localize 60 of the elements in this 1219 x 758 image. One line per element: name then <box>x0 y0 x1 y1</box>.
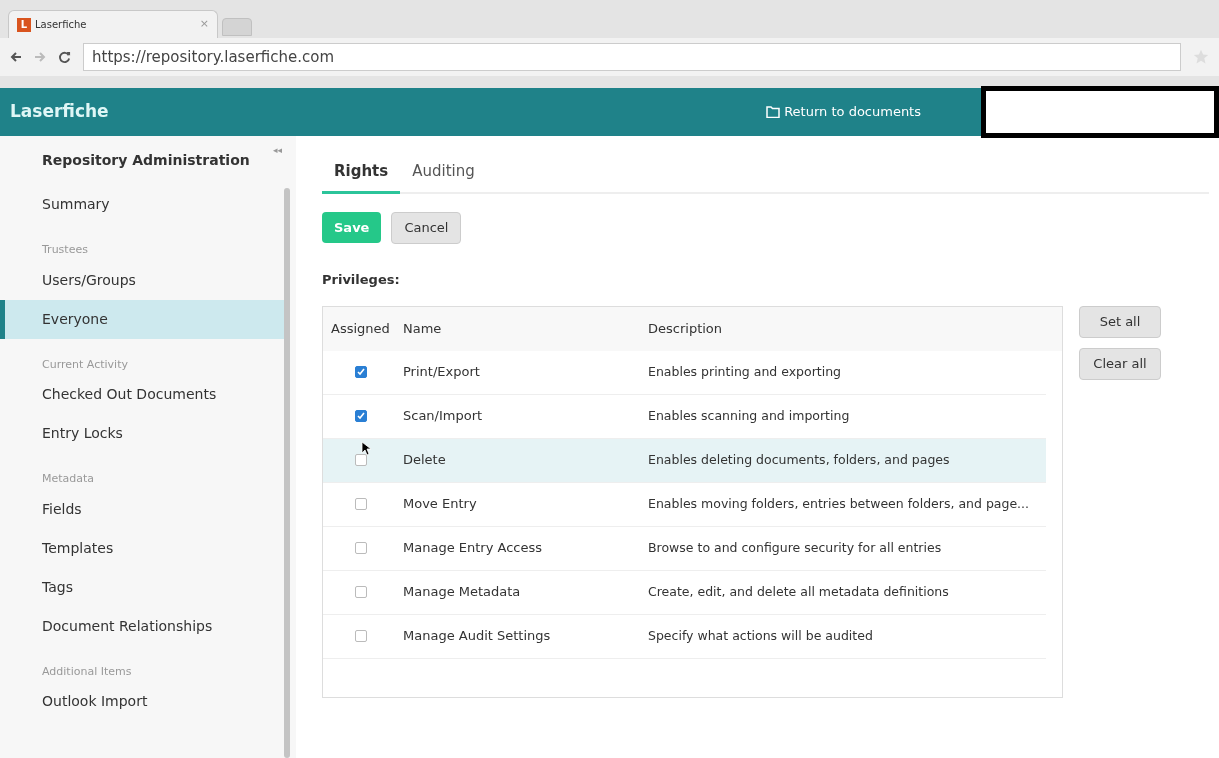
table-cell-text: Delete <box>402 451 447 470</box>
checkbox[interactable] <box>355 454 367 466</box>
sidebar-item[interactable]: Fields <box>0 489 284 529</box>
sidebar-item[interactable]: Entry Locks <box>0 414 284 453</box>
table-cell-text: Move Entry <box>402 495 478 514</box>
table-cell-text: Specify what actions will be audited <box>648 626 874 645</box>
checkbox[interactable] <box>355 586 367 598</box>
table-cell-text: Browse to and configure security for all entries <box>648 538 943 557</box>
column-header: Description <box>648 319 724 338</box>
sidebar-item[interactable]: Outlook Import <box>0 682 284 721</box>
section-heading: Current Activity <box>41 356 129 373</box>
privileges-label: Privileges: <box>322 271 401 289</box>
checkbox[interactable] <box>355 366 367 378</box>
table-cell-text: Enables deleting documents, folders, and pages <box>648 450 951 469</box>
set-all-button[interactable]: Set all <box>1079 305 1161 338</box>
folder-icon <box>766 106 781 118</box>
sidebar-item[interactable]: Checked Out Documents <box>0 375 284 414</box>
back-icon[interactable] <box>10 51 22 63</box>
table-cell-text: Manage Audit Settings <box>402 627 552 646</box>
checkbox[interactable] <box>355 498 367 510</box>
reload-icon[interactable] <box>58 50 71 64</box>
new-tab-button[interactable] <box>222 18 252 36</box>
return-link[interactable]: Return to documents <box>766 102 921 122</box>
sidebar-item[interactable]: Tags <box>0 567 284 607</box>
cancel-button[interactable]: Cancel <box>391 212 462 244</box>
section-heading: Additional Items <box>41 663 133 680</box>
table-cell-text: Enables moving folders, entries between folders, and page... <box>648 494 1031 513</box>
sidebar-item[interactable]: Templates <box>0 528 284 568</box>
sidebar-title: Repository Administration <box>42 151 250 170</box>
column-header: Name <box>402 319 443 338</box>
tab[interactable]: Auditing <box>400 156 487 194</box>
table-cell-text: Enables scanning and importing <box>648 406 851 425</box>
table-cell-text: Enables printing and exporting <box>648 362 843 381</box>
checkbox[interactable] <box>355 410 367 422</box>
cursor-icon <box>361 440 371 456</box>
table-cell-text: Manage Metadata <box>402 583 522 602</box>
checkbox[interactable] <box>355 630 367 642</box>
column-header: Assigned <box>330 319 391 338</box>
check-icon <box>357 412 365 420</box>
table-cell-text: Scan/Import <box>402 407 484 426</box>
logo-icon: L <box>17 17 31 32</box>
sidebar-item[interactable]: Everyone <box>0 299 284 339</box>
section-heading: Metadata <box>41 471 96 487</box>
sidebar-item[interactable]: Document Relationships <box>0 606 284 646</box>
table-cell-text: Manage Entry Access <box>402 539 543 558</box>
check-icon <box>357 368 365 376</box>
browser-tab[interactable]: L Laserfiche × <box>8 10 218 38</box>
table-row[interactable]: Delete Enables deleting documents, folders, and pages <box>323 438 1046 483</box>
table-cell-text: Create, edit, and delete all metadata definitions <box>648 582 950 601</box>
sidebar-item[interactable]: Users/Groups <box>0 260 284 300</box>
section-heading: Trustees <box>41 242 89 258</box>
brand-name: Laserfiche <box>10 100 110 124</box>
address-field[interactable]: https://repository.laserfiche.com <box>83 43 1181 71</box>
forward-icon[interactable] <box>34 51 46 63</box>
table-cell-text: Print/Export <box>402 363 481 382</box>
tab-title: Laserfiche <box>35 18 88 32</box>
tab[interactable]: Rights <box>322 156 401 194</box>
checkbox[interactable] <box>355 542 367 554</box>
clear-all-button[interactable]: Clear all <box>1079 347 1161 380</box>
sidebar-item[interactable]: Summary <box>0 185 284 224</box>
